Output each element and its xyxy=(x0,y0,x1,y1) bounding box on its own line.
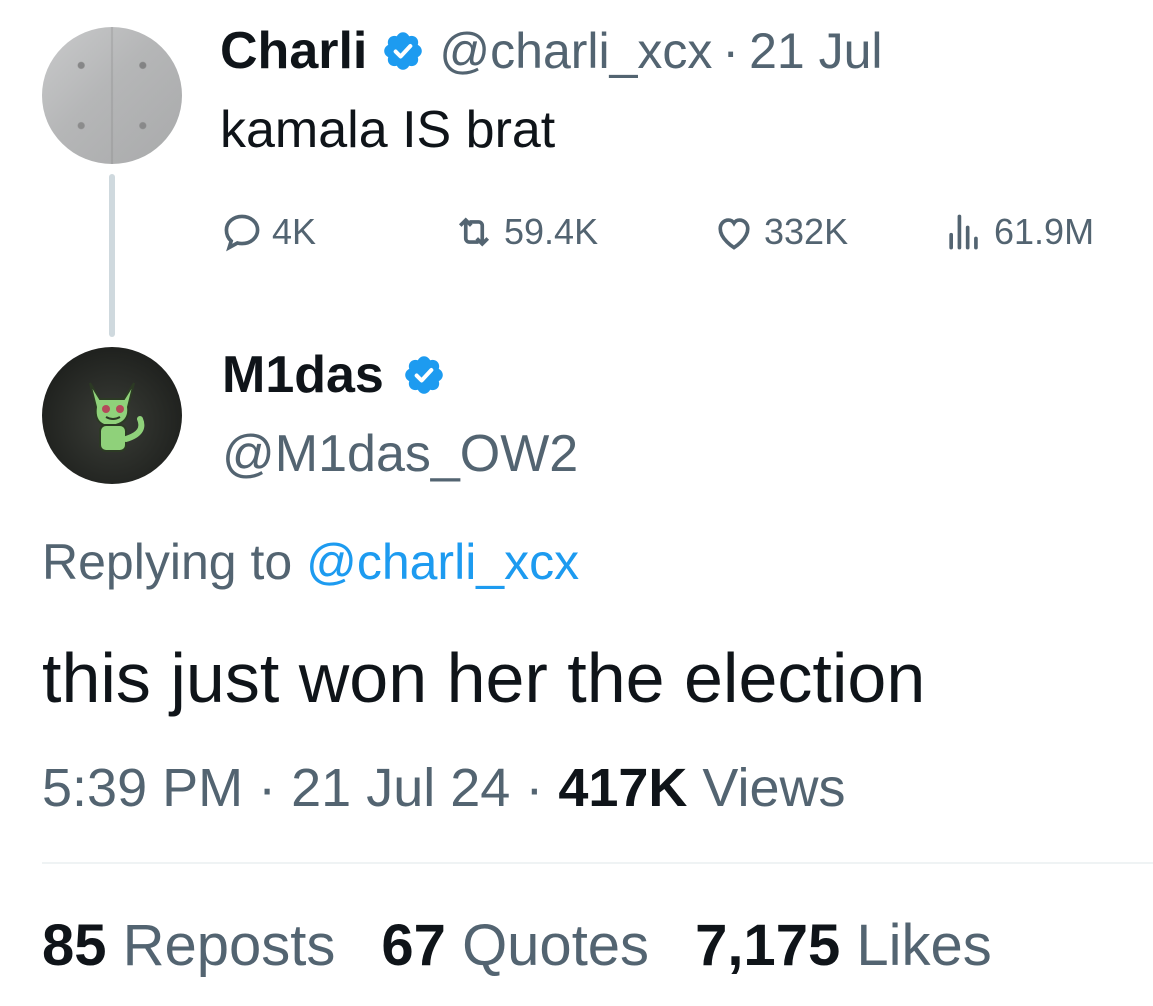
parent-action-bar: 4K 59.4K 332K 61.9M xyxy=(220,210,1140,270)
verified-badge-icon xyxy=(405,356,443,394)
parent-date[interactable]: 21 Jul xyxy=(749,22,882,80)
repost-icon xyxy=(458,217,490,247)
cat-avatar-illustration xyxy=(89,382,145,452)
meta-separator: · xyxy=(525,758,544,818)
reposts-count: 85 xyxy=(42,913,107,978)
likes-stat[interactable]: 7,175 Likes xyxy=(695,912,992,979)
reply-author-handle[interactable]: @M1das_OW2 xyxy=(222,424,578,484)
quotes-stat[interactable]: 67 Quotes xyxy=(381,912,649,979)
parent-tweet-text: kamala IS brat xyxy=(220,101,556,159)
reply-tweet-text: this just won her the election xyxy=(42,639,926,717)
reply-time[interactable]: 5:39 PM xyxy=(42,758,243,818)
reply-views-label: Views xyxy=(702,758,846,818)
reply-date[interactable]: 21 Jul 24 xyxy=(291,758,510,818)
repost-count: 59.4K xyxy=(504,211,599,252)
divider xyxy=(42,862,1153,864)
quotes-count: 67 xyxy=(381,913,446,978)
like-count: 332K xyxy=(764,211,849,252)
reply-author-name[interactable]: M1das xyxy=(222,349,384,401)
quotes-label: Quotes xyxy=(462,913,650,978)
reposts-stat[interactable]: 85 Reposts xyxy=(42,912,335,979)
replying-to-handle-link[interactable]: @charli_xcx xyxy=(306,534,579,590)
parent-avatar[interactable] xyxy=(42,27,182,164)
repost-action[interactable]: 59.4K xyxy=(452,210,598,254)
likes-label: Likes xyxy=(856,913,992,978)
reply-icon xyxy=(224,214,260,252)
parent-author-handle[interactable]: @charli_xcx xyxy=(439,22,712,80)
engagement-stats: 85 Reposts 67 Quotes 7,175 Likes xyxy=(42,912,1038,979)
parent-separator: · xyxy=(722,23,740,79)
reply-count: 4K xyxy=(272,211,317,252)
reposts-label: Reposts xyxy=(122,913,336,978)
thread-connector xyxy=(109,174,115,337)
like-icon xyxy=(718,218,750,250)
reply-action[interactable]: 4K xyxy=(220,210,316,254)
views-icon xyxy=(949,214,978,250)
reply-meta: 5:39 PM · 21 Jul 24 · 417K Views xyxy=(42,757,846,819)
views-count: 61.9M xyxy=(994,211,1095,252)
like-action[interactable]: 332K xyxy=(712,210,848,254)
parent-header: Charli @charli_xcx · 21 Jul xyxy=(220,22,883,80)
views-action[interactable]: 61.9M xyxy=(942,210,1094,254)
parent-author-name[interactable]: Charli xyxy=(220,25,367,77)
likes-count: 7,175 xyxy=(695,913,841,978)
reply-name-row: M1das xyxy=(222,349,446,401)
replying-to: Replying to @charli_xcx xyxy=(42,533,579,591)
verified-badge-icon xyxy=(384,32,423,70)
replying-to-prefix: Replying to xyxy=(42,534,293,590)
reply-avatar[interactable] xyxy=(42,347,182,484)
reply-views-count: 417K xyxy=(558,758,688,818)
meta-separator: · xyxy=(258,758,277,818)
